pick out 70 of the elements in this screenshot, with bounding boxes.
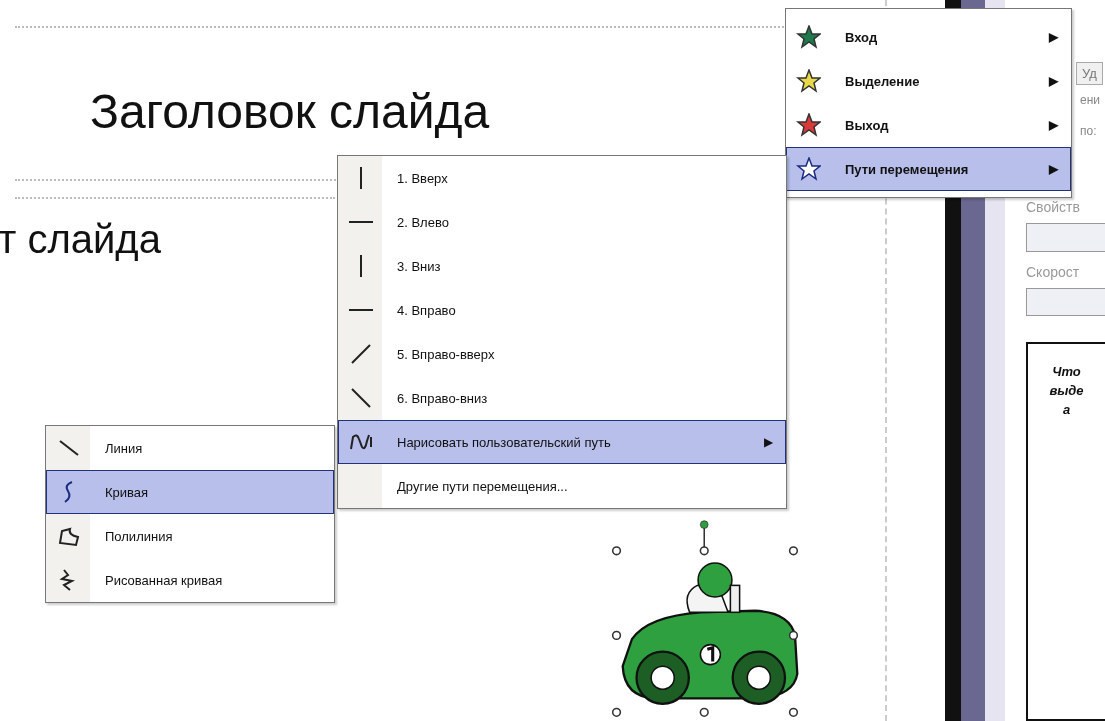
selection-handle[interactable] — [788, 546, 799, 556]
pane-label: ени — [1080, 93, 1101, 109]
field-label: Свойств — [1026, 199, 1081, 216]
menu-item-label: 6. Вправо-вниз — [396, 390, 489, 406]
field-label: Скорост — [1026, 263, 1081, 280]
submenu-arrow: ▶ — [1049, 118, 1060, 132]
menu-item-label: Кривая — [104, 484, 150, 500]
menu-item-label: Нарисовать пользовательский путь — [396, 434, 612, 450]
hint-text: Что — [1052, 364, 1081, 380]
submenu-arrow: ▶ — [1049, 30, 1060, 44]
slide-title: Заголовок слайда — [90, 84, 490, 139]
line-icon — [58, 437, 80, 459]
menu-item[interactable]: Выход ▶ — [786, 103, 1071, 147]
menu-item[interactable]: Кривая — [46, 470, 334, 514]
menu-item-label: 3. Вниз — [396, 258, 442, 274]
remove-button[interactable]: Уд — [1076, 62, 1103, 85]
menu-item[interactable]: 2. Влево — [338, 200, 786, 244]
menu-item-label: Пути перемещения — [845, 161, 970, 177]
line-icon — [351, 344, 371, 364]
star-icon — [795, 113, 821, 137]
menu-item[interactable]: 1. Вверх — [338, 156, 786, 200]
line-icon — [349, 220, 373, 224]
hint-text: выде — [1049, 383, 1084, 399]
star-icon — [795, 157, 821, 181]
menu-item[interactable]: Линия — [46, 426, 334, 470]
line-icon — [359, 255, 363, 277]
star-icon — [795, 69, 821, 93]
menu-item[interactable]: Пути перемещения ▶ — [786, 147, 1071, 191]
polyline-icon — [58, 525, 80, 547]
menu-item-label: Выделение — [845, 73, 921, 89]
menu-item[interactable]: 6. Вправо-вниз — [338, 376, 786, 420]
menu-item[interactable]: Другие пути перемещения... — [338, 464, 786, 508]
menu-item-label: Рисованная кривая — [104, 572, 224, 588]
menu-item-label: 2. Влево — [396, 214, 450, 230]
dropdown-field[interactable] — [1026, 223, 1105, 252]
star-icon — [795, 25, 821, 49]
menu-item[interactable]: Нарисовать пользовательский путь ▶ — [338, 420, 786, 464]
selection-handle[interactable] — [699, 707, 709, 717]
selection-handle[interactable] — [611, 630, 622, 640]
menu-item[interactable]: Полилиния — [46, 514, 334, 558]
menu-item[interactable]: 4. Вправо — [338, 288, 786, 332]
line-icon — [349, 308, 373, 312]
submenu-arrow: ▶ — [1049, 74, 1060, 88]
selection-handle[interactable] — [788, 707, 799, 717]
menu-item[interactable]: Вход ▶ — [786, 15, 1071, 59]
menu-item[interactable]: 5. Вправо-вверх — [338, 332, 786, 376]
hint-text: а — [1062, 402, 1071, 418]
submenu-arrow: ▶ — [1049, 162, 1060, 176]
pane-label: по: — [1080, 124, 1098, 141]
menu-item-label: Линия — [104, 440, 144, 456]
menu-item-label: 1. Вверх — [396, 170, 449, 186]
line-icon — [359, 167, 363, 189]
selection-handle[interactable] — [611, 546, 622, 556]
menu-item-label: Выход — [845, 117, 890, 133]
submenu-arrow: ▶ — [764, 435, 774, 449]
rotation-handle[interactable] — [700, 520, 709, 549]
selection-handle[interactable] — [788, 630, 799, 640]
squiggle-icon — [350, 433, 372, 451]
menu-item-label: Полилиния — [104, 528, 174, 544]
menu-item-label: Вход — [845, 29, 879, 45]
menu-item-label: Другие пути перемещения... — [396, 478, 569, 494]
selection-handle[interactable] — [699, 546, 709, 556]
dropdown-field[interactable] — [1026, 287, 1105, 317]
menu-item[interactable]: Рисованная кривая — [46, 558, 334, 602]
menu-item-label: 4. Вправо — [396, 302, 457, 318]
menu-item[interactable]: Выделение ▶ — [786, 59, 1071, 103]
line-icon — [351, 388, 371, 408]
selection-handle[interactable] — [611, 707, 622, 717]
menu-item-label: 5. Вправо-вверх — [396, 346, 496, 362]
menu-item[interactable]: 3. Вниз — [338, 244, 786, 288]
